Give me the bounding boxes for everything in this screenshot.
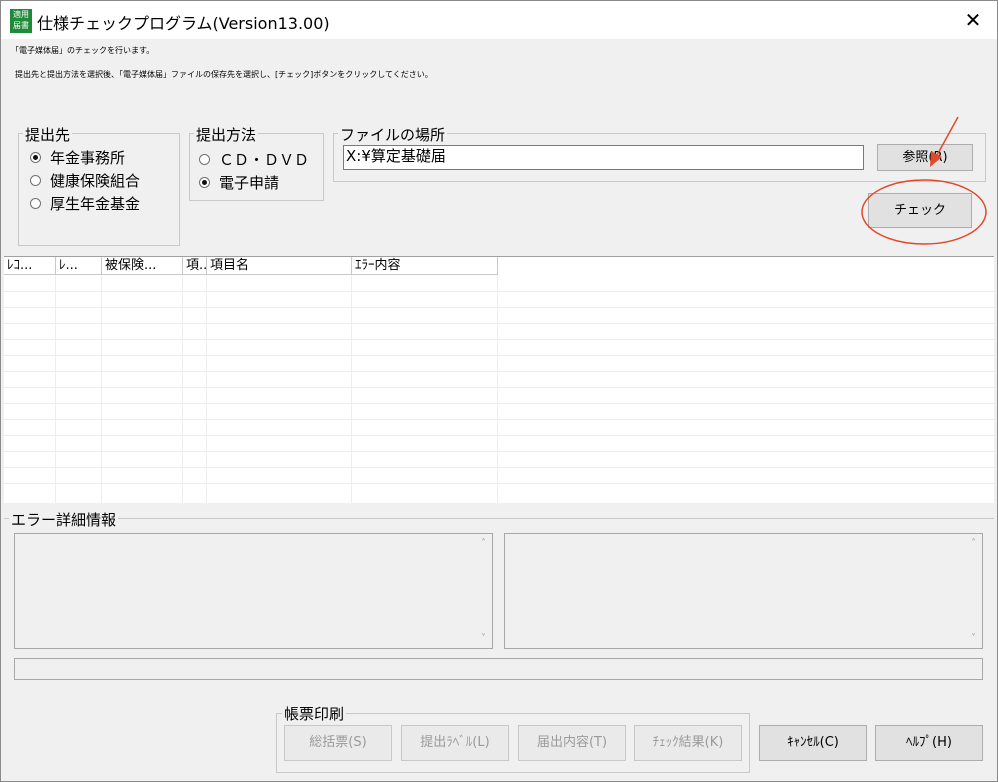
grid-line <box>4 307 994 308</box>
grid-line <box>4 323 994 324</box>
radio-pension-office[interactable]: 年金事務所 <box>30 147 125 168</box>
grid-line <box>4 419 994 420</box>
grid-line <box>55 275 56 503</box>
check-result-button[interactable]: ﾁｪｯｸ結果(K) <box>634 725 742 761</box>
grid-line <box>4 451 994 452</box>
column-header-error[interactable]: ｴﾗｰ内容 <box>352 257 498 275</box>
grid-line <box>4 291 994 292</box>
grid-line <box>101 275 102 503</box>
submission-method-label: 提出方法 <box>194 124 259 145</box>
radio-label: 年金事務所 <box>50 149 126 167</box>
grid-line <box>4 483 994 484</box>
close-icon[interactable]: ✕ <box>955 5 991 35</box>
radio-cd-dvd[interactable]: ＣＤ・ＤＶＤ <box>199 149 309 170</box>
instruction-line-2: 提出先と提出方法を選択後、「電子媒体届」ファイルの保存先を選択し、[チェック]ボ… <box>15 70 433 79</box>
column-header-insured[interactable]: 被保険... <box>102 257 183 275</box>
radio-selected-icon <box>199 177 210 188</box>
radio-unselected-icon <box>199 154 210 165</box>
grid-line <box>4 371 994 372</box>
title-bar: 適用 届書 仕様チェックプログラム(Version13.00) ✕ <box>1 1 997 39</box>
error-detail-left-panel[interactable]: ˄ ˅ <box>14 533 493 649</box>
column-header-item-name[interactable]: 項目名 <box>207 257 352 275</box>
app-icon-text-top: 適用 <box>13 10 29 19</box>
radio-unselected-icon <box>30 198 41 209</box>
file-path-input[interactable]: X:¥算定基礎届 <box>343 145 864 170</box>
window-title: 仕様チェックプログラム(Version13.00) <box>37 14 330 33</box>
scroll-up-icon[interactable]: ˄ <box>481 538 486 549</box>
grid-line <box>182 275 183 503</box>
grid-line <box>497 275 498 503</box>
column-header-re[interactable]: ﾚ... <box>56 257 102 275</box>
column-header-item-no[interactable]: 項... <box>183 257 207 275</box>
column-header-record[interactable]: ﾚｺ... <box>4 257 56 275</box>
radio-label: 厚生年金基金 <box>50 195 141 213</box>
grid-line <box>4 403 994 404</box>
main-window: 適用 届書 仕様チェックプログラム(Version13.00) ✕ 「電子媒体届… <box>0 0 998 782</box>
grid-line <box>206 275 207 503</box>
check-button[interactable]: チェック <box>868 193 972 228</box>
cancel-button[interactable]: ｷｬﾝｾﾙ(C) <box>759 725 867 761</box>
browse-button[interactable]: 参照(R) <box>877 144 973 171</box>
radio-unselected-icon <box>30 175 41 186</box>
submission-target-label: 提出先 <box>23 124 73 145</box>
grid-line <box>4 387 994 388</box>
grid-line <box>4 339 994 340</box>
submission-label-button[interactable]: 提出ﾗﾍﾞﾙ(L) <box>401 725 509 761</box>
report-print-label: 帳票印刷 <box>282 703 347 724</box>
grid-line <box>351 275 352 503</box>
file-location-label: ファイルの場所 <box>338 124 448 145</box>
error-summary-field <box>14 658 983 680</box>
help-button[interactable]: ﾍﾙﾌﾟ(H) <box>875 725 983 761</box>
radio-pension-fund[interactable]: 厚生年金基金 <box>30 193 140 214</box>
grid-line <box>4 435 994 436</box>
radio-label: ＣＤ・ＤＶＤ <box>219 151 310 169</box>
instruction-line-1: 「電子媒体届」のチェックを行います。 <box>11 46 155 55</box>
radio-electronic[interactable]: 電子申請 <box>199 172 279 193</box>
radio-selected-icon <box>30 152 41 163</box>
radio-label: 電子申請 <box>219 174 280 192</box>
radio-label: 健康保険組合 <box>50 172 141 190</box>
app-icon-text-bottom: 届書 <box>13 21 29 30</box>
grid-line <box>4 467 994 468</box>
app-icon: 適用 届書 <box>10 9 32 33</box>
scroll-down-icon[interactable]: ˅ <box>481 633 486 644</box>
scroll-up-icon[interactable]: ˄ <box>971 538 976 549</box>
notification-content-button[interactable]: 届出内容(T) <box>518 725 626 761</box>
result-table[interactable]: ﾚｺ... ﾚ... 被保険... 項... 項目名 ｴﾗｰ内容 <box>4 256 994 503</box>
summary-sheet-button[interactable]: 総括票(S) <box>284 725 392 761</box>
error-detail-right-panel[interactable]: ˄ ˅ <box>504 533 983 649</box>
grid-line <box>4 355 994 356</box>
error-detail-label: エラー詳細情報 <box>9 509 119 530</box>
radio-health-insurance[interactable]: 健康保険組合 <box>30 170 140 191</box>
scroll-down-icon[interactable]: ˅ <box>971 633 976 644</box>
